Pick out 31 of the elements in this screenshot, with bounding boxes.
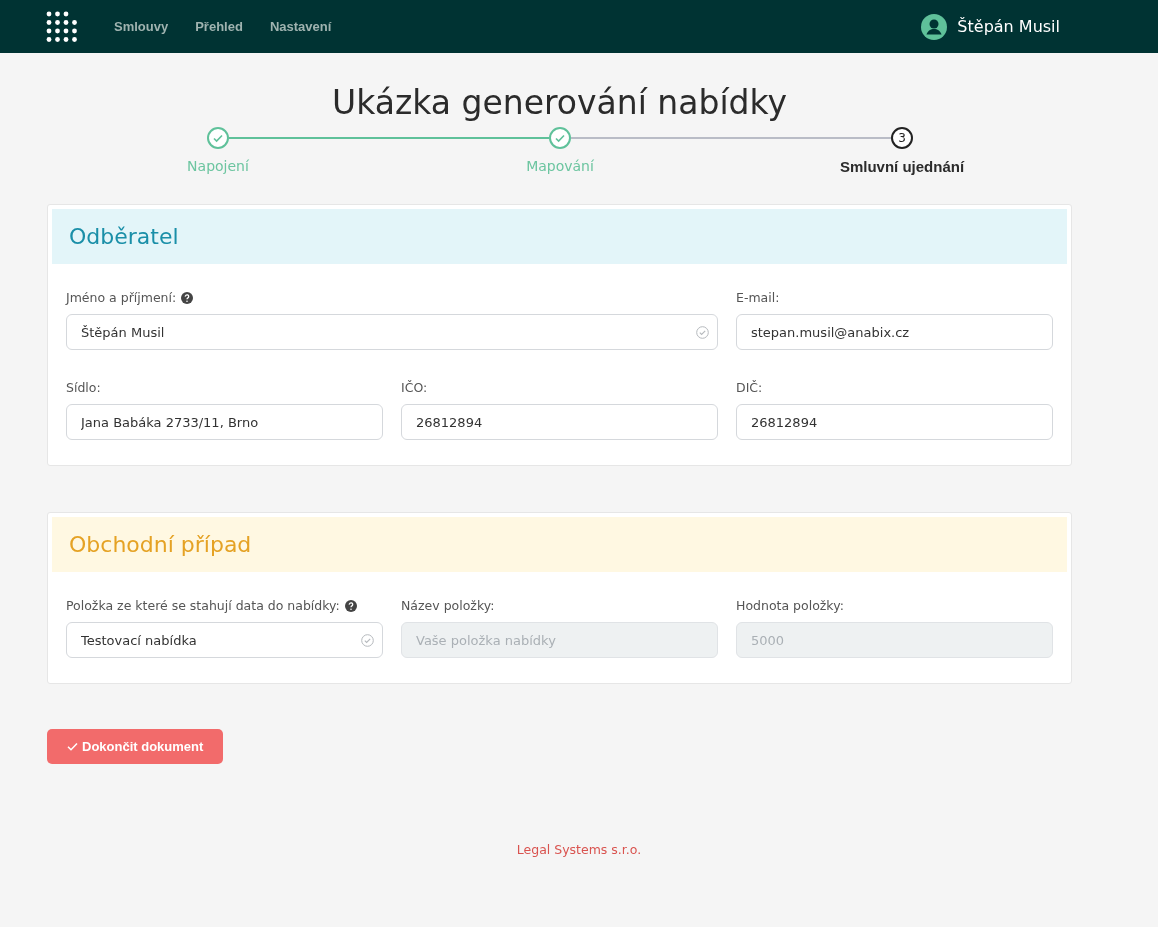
field-label: Položka ze které se stahují data do nabídky: bbox=[66, 596, 357, 616]
input-field[interactable]: 26812894 bbox=[401, 404, 718, 440]
field-label: DIČ: bbox=[736, 378, 763, 397]
field-label: Hodnota položky: bbox=[736, 596, 844, 615]
section-title: Obchodní případ bbox=[69, 531, 252, 559]
field-label: E-mail: bbox=[736, 288, 780, 307]
user-name[interactable]: Štěpán Musil bbox=[957, 14, 1060, 39]
input-field[interactable]: stepan.musil@anabix.cz bbox=[736, 314, 1053, 350]
check-circle-icon bbox=[361, 633, 374, 647]
field-label: IČO: bbox=[401, 378, 428, 397]
section-title: Odběratel bbox=[69, 223, 179, 251]
footer-text: Legal Systems s.r.o. bbox=[516, 841, 642, 859]
help-icon[interactable] bbox=[344, 599, 357, 612]
check-circle-icon bbox=[696, 325, 709, 339]
check-icon bbox=[67, 741, 78, 752]
page-title: Ukázka generování nabídky bbox=[331, 82, 788, 124]
input-field[interactable]: Jana Babáka 2733/11, Brno bbox=[66, 404, 383, 440]
dots-logo-icon[interactable] bbox=[46, 10, 78, 43]
step-label[interactable]: Smluvní ujednání bbox=[839, 156, 965, 179]
input-field[interactable]: Testovací nabídka bbox=[66, 622, 383, 658]
field-label: Jméno a příjmení: bbox=[66, 288, 194, 308]
input-field[interactable]: Štěpán Musil bbox=[66, 314, 718, 350]
nav-link[interactable]: Smlouvy bbox=[114, 16, 169, 37]
field-label: Sídlo: bbox=[66, 378, 101, 397]
user-avatar-icon[interactable] bbox=[921, 13, 948, 40]
input-field[interactable]: 26812894 bbox=[736, 404, 1053, 440]
nav-link[interactable]: Nastavení bbox=[269, 16, 332, 37]
nav-link[interactable]: Přehled bbox=[195, 16, 243, 37]
step-number: 3 bbox=[891, 127, 913, 149]
field-label: Název položky: bbox=[401, 596, 495, 615]
help-icon[interactable] bbox=[181, 291, 194, 304]
